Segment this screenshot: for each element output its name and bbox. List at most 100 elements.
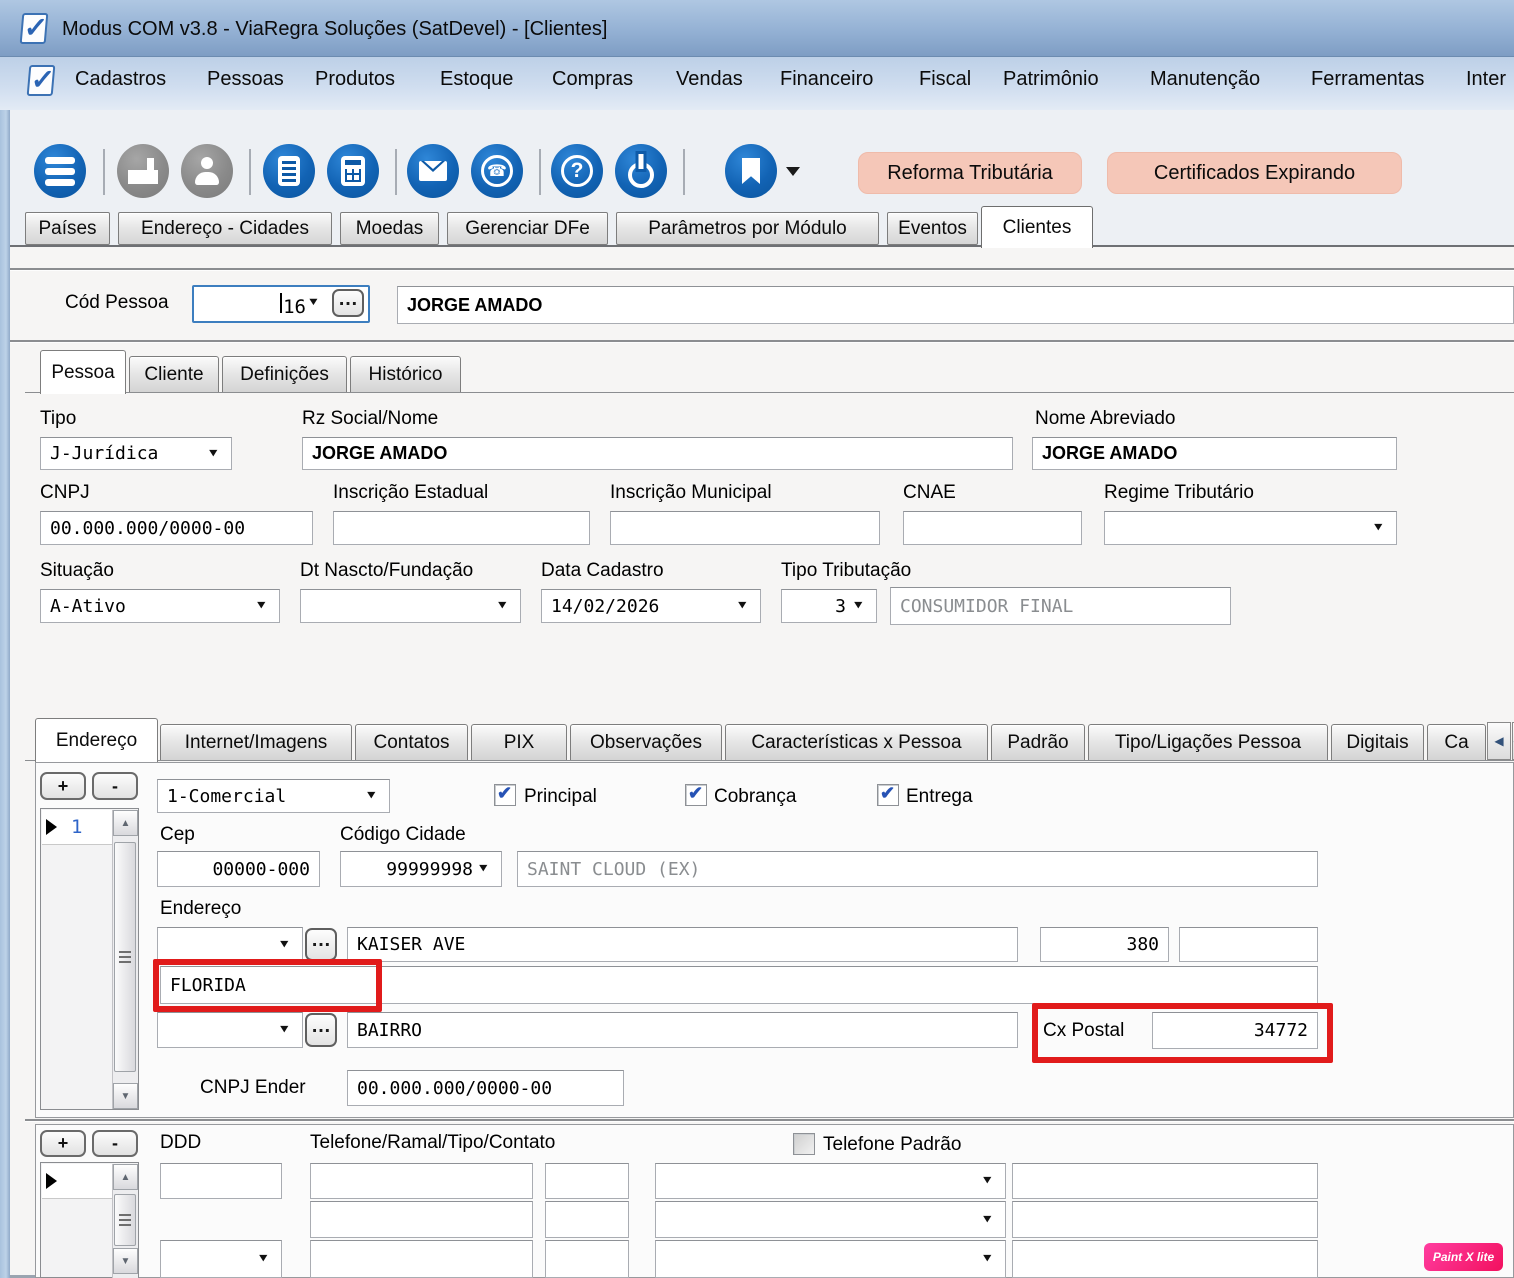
tipo-endereco-combobox[interactable]: 1-Comercial — [157, 779, 390, 813]
tab-caracteristicas[interactable]: Características x Pessoa — [725, 724, 988, 761]
certificados-expirando-button[interactable]: Certificados Expirando — [1107, 152, 1402, 194]
menu-estoque[interactable]: Estoque — [440, 68, 513, 91]
bairro-field[interactable]: BAIRRO — [347, 1012, 1018, 1048]
regime-combobox[interactable] — [1104, 511, 1397, 545]
cod-pessoa-dropdown-arrow-icon[interactable] — [308, 298, 322, 310]
tab-definicoes[interactable]: Definições — [222, 356, 347, 393]
tipo-telefone-combobox-3[interactable] — [655, 1240, 1006, 1278]
tab-eventos[interactable]: Eventos — [887, 212, 978, 245]
scroll-down-button[interactable] — [113, 1083, 138, 1109]
menu-financeiro[interactable]: Financeiro — [780, 68, 873, 91]
menu-compras[interactable]: Compras — [552, 68, 633, 91]
dropdown-arrow-icon[interactable] — [499, 600, 513, 612]
cod-pessoa-ellipsis-button[interactable] — [332, 289, 364, 317]
tipo-bairro-combobox[interactable] — [157, 1012, 303, 1048]
scroll-up-button[interactable] — [113, 1164, 138, 1190]
bairro-ellipsis-button[interactable] — [305, 1013, 337, 1047]
tab-tipo-ligacoes[interactable]: Tipo/Ligações Pessoa — [1088, 724, 1328, 761]
menu-vendas[interactable]: Vendas — [676, 68, 743, 91]
ddd-field-1[interactable] — [160, 1163, 282, 1199]
menu-cadastros[interactable]: Cadastros — [75, 68, 166, 91]
ramal-field-1[interactable] — [545, 1163, 629, 1199]
menu-pessoas[interactable]: Pessoas — [207, 68, 284, 91]
menu-internet[interactable]: Inter — [1466, 68, 1506, 91]
tab-scroll-left-button[interactable] — [1487, 722, 1511, 760]
entrega-checkbox[interactable] — [877, 784, 899, 806]
scrollbar-thumb[interactable] — [114, 1194, 136, 1246]
dtnascto-combobox[interactable] — [300, 589, 521, 623]
dropdown-arrow-icon[interactable] — [281, 1024, 295, 1036]
menu-fiscal[interactable]: Fiscal — [919, 68, 971, 91]
telefone-field-2[interactable] — [310, 1201, 533, 1238]
tab-endereco-cidades[interactable]: Endereço - Cidades — [118, 212, 332, 245]
cep-field[interactable]: 00000-000 — [157, 851, 320, 887]
help-icon[interactable] — [551, 144, 603, 198]
scroll-down-button[interactable] — [113, 1248, 138, 1274]
email-icon[interactable] — [407, 144, 459, 198]
tab-clientes[interactable]: Clientes — [981, 206, 1093, 248]
tab-pix[interactable]: PIX — [471, 724, 567, 761]
phone-add-button[interactable]: + — [40, 1130, 86, 1157]
ramal-field-2[interactable] — [545, 1201, 629, 1238]
dropdown-arrow-icon[interactable] — [984, 1214, 998, 1226]
cod-pessoa-lookup[interactable]: 16 — [192, 285, 370, 323]
menu-produtos[interactable]: Produtos — [315, 68, 395, 91]
tab-cliente[interactable]: Cliente — [129, 356, 219, 393]
tipo-telefone-combobox-1[interactable] — [655, 1163, 1006, 1199]
situacao-combobox[interactable]: A-Ativo — [40, 589, 280, 623]
address-nav-scrollbar[interactable] — [112, 810, 138, 1109]
datacad-combobox[interactable]: 14/02/2026 — [541, 589, 761, 623]
tiptrib-combobox[interactable]: 3 — [781, 589, 877, 623]
whatsapp-icon[interactable] — [471, 144, 523, 198]
telefone-field-1[interactable] — [310, 1163, 533, 1199]
tab-paises[interactable]: Países — [25, 212, 110, 245]
logradouro-field[interactable]: KAISER AVE — [347, 927, 1018, 962]
ramal-field-3[interactable] — [545, 1240, 629, 1278]
menu-patrimonio[interactable]: Patrimônio — [1003, 68, 1099, 91]
dropdown-arrow-icon[interactable] — [368, 790, 382, 802]
numero-field[interactable]: 380 — [1040, 927, 1169, 962]
complemento-field[interactable] — [1179, 927, 1318, 962]
tab-ca-partial[interactable]: Ca — [1427, 724, 1486, 761]
dropdown-arrow-icon[interactable] — [260, 1253, 274, 1265]
address-remove-button[interactable]: - — [92, 772, 138, 800]
tab-gerenciar-dfe[interactable]: Gerenciar DFe — [447, 212, 608, 245]
principal-checkbox[interactable] — [494, 784, 516, 806]
reforma-tributaria-button[interactable]: Reforma Tributária — [858, 152, 1082, 194]
address-add-button[interactable]: + — [40, 772, 86, 800]
dropdown-arrow-icon[interactable] — [984, 1175, 998, 1187]
nome-abrev-field[interactable]: JORGE AMADO — [1032, 437, 1397, 470]
address-current-row[interactable]: 1 — [42, 810, 112, 845]
report-list-icon[interactable] — [263, 144, 315, 198]
rz-social-field[interactable]: JORGE AMADO — [302, 437, 1013, 470]
company-icon[interactable] — [117, 144, 169, 198]
calculator-icon[interactable] — [327, 144, 379, 198]
tipo-telefone-combobox-2[interactable] — [655, 1201, 1006, 1238]
contato-field-2[interactable] — [1012, 1201, 1318, 1238]
dropdown-arrow-icon[interactable] — [1375, 522, 1389, 534]
scrollbar-thumb[interactable] — [114, 842, 136, 1072]
telefone-field-3[interactable] — [310, 1240, 533, 1278]
power-icon[interactable] — [615, 144, 667, 198]
im-field[interactable] — [610, 511, 880, 545]
dropdown-arrow-icon[interactable] — [739, 600, 753, 612]
tab-parametros-modulo[interactable]: Parâmetros por Módulo — [616, 212, 879, 245]
dropdown-arrow-icon[interactable] — [258, 600, 272, 612]
ddd-combobox-3[interactable] — [160, 1240, 282, 1278]
bookmark-dropdown-arrow-icon[interactable] — [786, 167, 800, 176]
cnae-field[interactable] — [903, 511, 1082, 545]
tab-pessoa[interactable]: Pessoa — [40, 350, 126, 394]
tipo-logradouro-combobox[interactable] — [157, 927, 303, 962]
cobranca-checkbox[interactable] — [685, 784, 707, 806]
logradouro-ellipsis-button[interactable] — [305, 928, 337, 961]
cnpj-field[interactable]: 00.000.000/0000-00 — [40, 511, 313, 545]
dropdown-arrow-icon[interactable] — [984, 1253, 998, 1265]
dropdown-arrow-icon[interactable] — [855, 600, 869, 612]
bookmark-icon[interactable] — [725, 144, 777, 198]
telefone-padrao-checkbox[interactable] — [793, 1133, 815, 1155]
tab-contatos[interactable]: Contatos — [355, 724, 468, 761]
dropdown-arrow-icon[interactable] — [480, 863, 494, 875]
records-menu-icon[interactable] — [34, 144, 86, 198]
dropdown-arrow-icon[interactable] — [281, 939, 295, 951]
cnpj-ender-field[interactable]: 00.000.000/0000-00 — [347, 1070, 624, 1106]
